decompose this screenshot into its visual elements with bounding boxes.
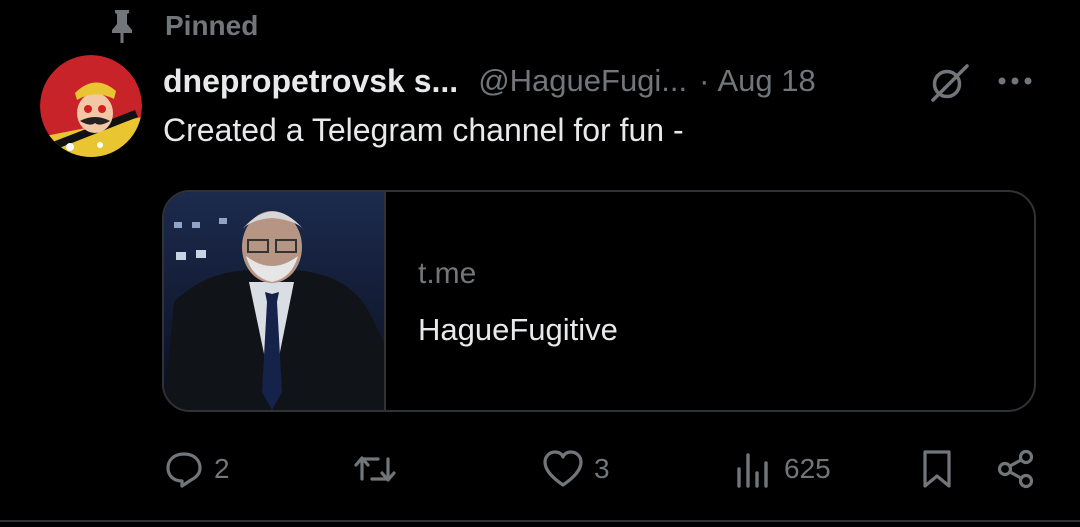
share-button[interactable]: [996, 444, 1036, 494]
link-card-domain: t.me: [418, 257, 477, 290]
user-handle[interactable]: @HagueFugi...: [478, 63, 687, 99]
views-button[interactable]: 625: [734, 444, 831, 494]
tweet-header: dnepropetrovsk s... @HagueFugi... · Aug …: [163, 58, 816, 104]
tweet-timestamp[interactable]: Aug 18: [717, 63, 815, 99]
like-button[interactable]: 3: [542, 444, 610, 494]
repost-button[interactable]: [354, 444, 406, 494]
link-card-thumbnail: [164, 192, 386, 410]
grok-icon[interactable]: [928, 62, 970, 104]
like-count: 3: [594, 453, 610, 484]
views-icon: [737, 453, 768, 488]
more-icon[interactable]: [995, 66, 1035, 96]
reply-icon: [166, 452, 202, 488]
views-count: 625: [784, 453, 831, 484]
divider: [0, 520, 1080, 522]
like-icon: [543, 450, 583, 487]
pinned-label: Pinned: [165, 10, 259, 41]
link-card-title: HagueFugitive: [418, 312, 618, 347]
pinned-indicator: Pinned: [108, 6, 258, 46]
link-card[interactable]: t.me HagueFugitive: [162, 190, 1036, 412]
bookmark-button[interactable]: [920, 444, 954, 494]
share-icon: [997, 449, 1034, 489]
avatar[interactable]: [40, 55, 142, 157]
pin-icon: [112, 10, 132, 43]
display-name[interactable]: dnepropetrovsk s...: [163, 63, 458, 100]
reply-button[interactable]: 2: [164, 444, 230, 494]
tweet-text: Created a Telegram channel for fun -: [163, 112, 684, 148]
reply-count: 2: [214, 453, 230, 484]
repost-icon: [354, 456, 396, 482]
bookmark-icon: [923, 450, 951, 488]
separator-dot: ·: [699, 63, 710, 98]
